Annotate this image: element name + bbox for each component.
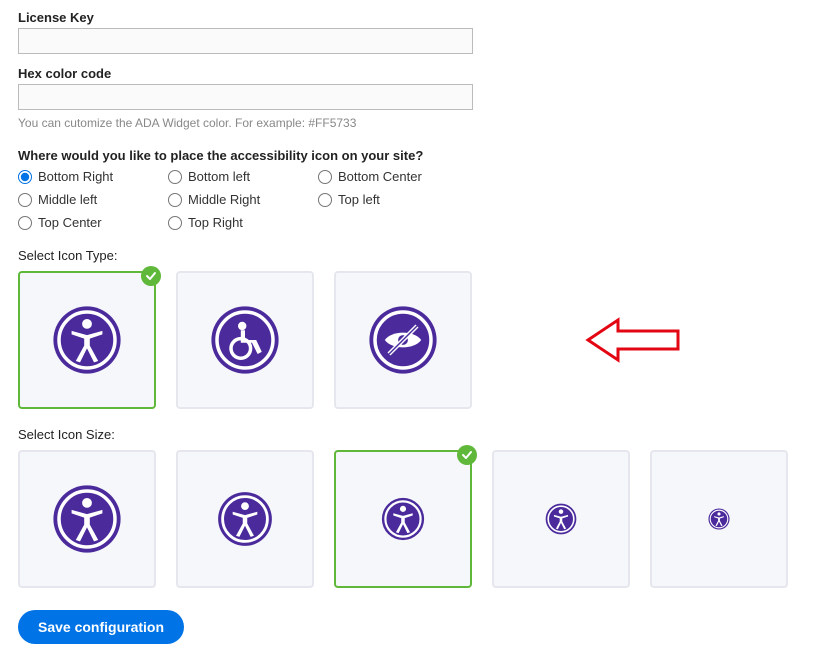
license-key-label: License Key <box>18 10 795 25</box>
placement-radio-label: Middle Right <box>188 192 260 207</box>
accessibility-person-icon <box>545 503 577 535</box>
placement-radio-item[interactable]: Top left <box>318 192 468 207</box>
placement-radio-label: Top Right <box>188 215 243 230</box>
placement-radio-label: Top Center <box>38 215 102 230</box>
placement-radio[interactable] <box>168 170 182 184</box>
placement-radio-item[interactable]: Middle Right <box>168 192 318 207</box>
placement-question: Where would you like to place the access… <box>18 148 795 163</box>
placement-radio[interactable] <box>18 193 32 207</box>
accessibility-person-icon <box>52 484 122 554</box>
hex-color-help: You can cutomize the ADA Widget color. F… <box>18 116 795 130</box>
hex-color-label: Hex color code <box>18 66 795 81</box>
placement-radio-item[interactable]: Bottom Center <box>318 169 468 184</box>
icon-size-card-44[interactable] <box>334 450 472 588</box>
hex-color-field: Hex color code You can cutomize the ADA … <box>18 66 795 130</box>
placement-radio-label: Top left <box>338 192 380 207</box>
icon-size-label: Select Icon Size: <box>18 427 795 442</box>
accessibility-person-icon <box>52 305 122 375</box>
placement-radio-grid: Bottom Right Bottom left Bottom Center Midd… <box>18 169 795 230</box>
icon-type-card-low-vision-eye[interactable] <box>334 271 472 409</box>
license-key-field: License Key <box>18 10 795 54</box>
selected-check-icon <box>141 266 161 286</box>
icon-type-card-accessibility-person[interactable] <box>18 271 156 409</box>
placement-radio-item[interactable]: Top Right <box>168 215 318 230</box>
wheelchair-icon <box>210 305 280 375</box>
accessibility-person-icon <box>708 508 730 530</box>
placement-radio-label: Bottom left <box>188 169 250 184</box>
placement-radio[interactable] <box>168 193 182 207</box>
save-configuration-button[interactable]: Save configuration <box>18 610 184 644</box>
placement-radio[interactable] <box>18 216 32 230</box>
placement-radio-label: Middle left <box>38 192 97 207</box>
icon-type-row <box>18 271 795 409</box>
icon-size-card-56[interactable] <box>176 450 314 588</box>
placement-radio[interactable] <box>318 170 332 184</box>
placement-radio-item[interactable]: Top Center <box>18 215 168 230</box>
icon-type-label: Select Icon Type: <box>18 248 795 263</box>
placement-radio[interactable] <box>168 216 182 230</box>
accessibility-person-icon <box>381 497 425 541</box>
hex-color-input[interactable] <box>18 84 473 110</box>
placement-radio-label: Bottom Right <box>38 169 113 184</box>
icon-type-card-wheelchair[interactable] <box>176 271 314 409</box>
accessibility-person-icon <box>217 491 273 547</box>
placement-radio-item[interactable]: Bottom Right <box>18 169 168 184</box>
icon-size-card-32[interactable] <box>492 450 630 588</box>
icon-size-card-70[interactable] <box>18 450 156 588</box>
low-vision-eye-icon <box>368 305 438 375</box>
placement-radio[interactable] <box>318 193 332 207</box>
license-key-input[interactable] <box>18 28 473 54</box>
placement-radio-item[interactable]: Bottom left <box>168 169 318 184</box>
placement-radio-label: Bottom Center <box>338 169 422 184</box>
placement-radio[interactable] <box>18 170 32 184</box>
icon-size-card-22[interactable] <box>650 450 788 588</box>
selected-check-icon <box>457 445 477 465</box>
icon-size-row <box>18 450 795 588</box>
placement-radio-item[interactable]: Middle left <box>18 192 168 207</box>
arrow-icon <box>583 315 683 365</box>
